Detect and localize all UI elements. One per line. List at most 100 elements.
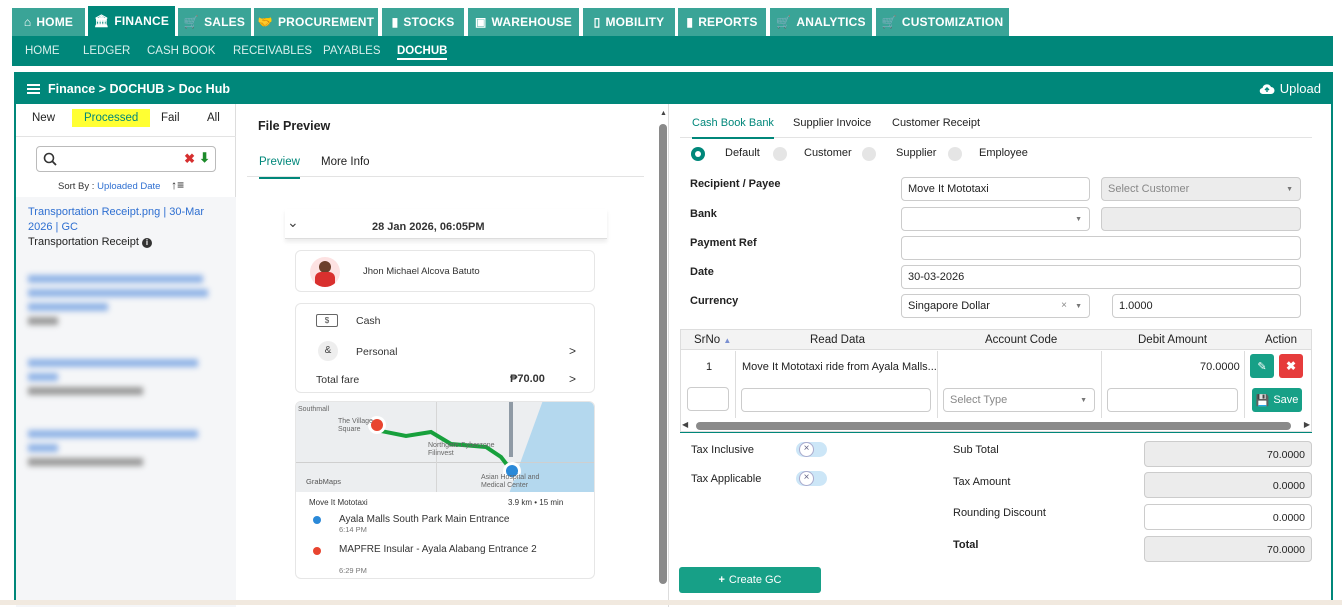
mobile-icon: ▯ [593, 15, 601, 29]
nav-tab-mobility[interactable]: ▯ MOBILITY [583, 8, 675, 36]
new-type-select[interactable]: Select Type ▼ [943, 388, 1095, 412]
sort-down-icon[interactable]: ⬇ [199, 150, 210, 166]
date-input[interactable]: 30-03-2026 [901, 265, 1301, 289]
dropoff-time: 6:29 PM [339, 566, 367, 575]
box-icon: ▣ [474, 15, 487, 29]
list-item[interactable] [28, 430, 198, 466]
nav-tab-analytics[interactable]: 🛒 ANALYTICS [770, 8, 872, 36]
list-item[interactable] [28, 275, 208, 325]
radio-default[interactable] [691, 147, 705, 161]
nav-tab-stocks[interactable]: ▮ STOCKS [382, 8, 464, 36]
breadcrumb: Finance > DOCHUB > Doc Hub [48, 82, 230, 96]
sort-control[interactable]: Sort By : Uploaded Date ↑≡ [58, 178, 184, 192]
subnav-receivables[interactable]: RECEIVABLES [233, 45, 312, 57]
subnav-dochub[interactable]: DOCHUB [397, 45, 448, 60]
nav-tab-home[interactable]: ⌂ HOME [12, 8, 85, 36]
sub-total-label: Sub Total [953, 444, 999, 456]
subnav-home[interactable]: HOME [25, 45, 60, 57]
tax-applicable-label: Tax Applicable [691, 473, 762, 485]
edit-row-button[interactable]: ✎ [1250, 354, 1274, 378]
tab-more-info[interactable]: More Info [321, 156, 370, 168]
payment-ref-label: Payment Ref [690, 237, 757, 249]
file-preview-title: File Preview [258, 119, 331, 133]
tab-supplier-invoice[interactable]: Supplier Invoice [793, 117, 871, 129]
clear-icon[interactable]: ✖ [184, 151, 195, 167]
column-header-action[interactable]: Action [1265, 334, 1297, 346]
map-label: The Village Square [338, 418, 373, 433]
tab-cash-book-bank[interactable]: Cash Book Bank [692, 117, 774, 139]
caret-down-icon: ▼ [1080, 397, 1087, 404]
scrollbar-thumb[interactable] [659, 124, 667, 584]
document-list: Transportation Receipt.png | 30-Mar 2026… [16, 197, 236, 607]
scrollbar-thumb[interactable] [696, 422, 1291, 430]
rounding-discount-input[interactable]: 0.0000 [1144, 504, 1312, 530]
new-read-data-input[interactable] [741, 388, 931, 412]
tab-preview[interactable]: Preview [259, 156, 300, 179]
scroll-up-icon[interactable]: ▲ [660, 110, 667, 117]
tax-applicable-toggle[interactable] [796, 471, 827, 486]
nav-tab-sales[interactable]: 🛒 SALES [178, 8, 251, 36]
nav-tab-warehouse[interactable]: ▣ WAREHOUSE [468, 8, 579, 36]
bank-select[interactable]: ▼ [901, 207, 1090, 231]
nav-tab-procurement[interactable]: 🤝 PROCUREMENT [254, 8, 378, 36]
nav-tab-reports[interactable]: ▮ REPORTS [678, 8, 766, 36]
preview-scrollbar[interactable]: ▲ [657, 110, 667, 585]
info-icon[interactable]: i [141, 238, 152, 248]
document-type: Transportation Receipt i [28, 235, 218, 250]
scroll-left-icon[interactable]: ◀ [682, 420, 688, 429]
exchange-rate-input[interactable]: 1.0000 [1112, 294, 1301, 318]
scroll-right-icon[interactable]: ▶ [1304, 420, 1310, 429]
tax-inclusive-label: Tax Inclusive [691, 444, 754, 456]
line-items-table: SrNo ▲ Read Data Account Code Debit Amou… [680, 329, 1312, 432]
column-header-debit-amount[interactable]: Debit Amount [1138, 334, 1207, 346]
radio-customer[interactable] [773, 147, 787, 161]
document-title[interactable]: Transportation Receipt.png | 30-Mar 2026… [28, 205, 218, 235]
filter-tab-new[interactable]: New [32, 112, 55, 124]
table-horizontal-scrollbar[interactable]: ◀ ▶ [680, 419, 1312, 431]
new-debit-input[interactable] [1107, 388, 1238, 412]
radio-employee[interactable] [948, 147, 962, 161]
new-srno-input[interactable] [687, 387, 729, 411]
save-row-button[interactable]: 💾 Save [1252, 388, 1302, 412]
chevron-down-icon: ⌄ [287, 214, 299, 230]
caret-down-icon: ▼ [1075, 303, 1082, 310]
recipient-input[interactable]: Move It Mototaxi [901, 177, 1090, 201]
nav-tab-finance[interactable]: 🏛 FINANCE [88, 6, 175, 36]
total-label: Total [953, 539, 979, 551]
column-header-account-code[interactable]: Account Code [985, 334, 1057, 346]
payment-ref-input[interactable] [901, 236, 1301, 260]
clear-icon[interactable]: × [1061, 300, 1067, 311]
currency-select[interactable]: Singapore Dollar × ▼ [901, 294, 1090, 318]
subnav-ledger[interactable]: LEDGER [83, 45, 130, 57]
document-search-input[interactable]: ✖ ⬇ [36, 146, 216, 172]
select-customer-dropdown[interactable]: Select Customer ▼ [1101, 177, 1301, 201]
nav-tab-customization[interactable]: 🛒 CUSTOMIZATION [876, 8, 1009, 36]
top-navigation: ⌂ HOME 🏛 FINANCE 🛒 SALES 🤝 PROCUREMENT ▮ STOC… [0, 0, 1342, 36]
filter-tab-processed[interactable]: Processed [72, 109, 151, 127]
tab-customer-receipt[interactable]: Customer Receipt [892, 117, 980, 129]
create-gc-button[interactable]: + Create GC [679, 567, 821, 593]
sort-field-link[interactable]: Uploaded Date [97, 181, 160, 192]
delete-row-button[interactable]: ✖ [1279, 354, 1303, 378]
subnav-payables[interactable]: PAYABLES [323, 45, 381, 57]
column-header-srno[interactable]: SrNo ▲ [694, 334, 731, 346]
column-header-read-data[interactable]: Read Data [810, 334, 865, 346]
rounding-discount-label: Rounding Discount [953, 507, 1046, 519]
filter-tab-fail[interactable]: Fail [161, 112, 180, 124]
tax-amount-field: 0.0000 [1144, 472, 1312, 498]
list-item[interactable]: Transportation Receipt.png | 30-Mar 2026… [28, 205, 218, 250]
row-debit-amount: 70.0000 [1200, 361, 1240, 373]
dropoff-dot-icon [313, 547, 321, 555]
total-fare-label: Total fare [316, 374, 360, 386]
bank-icon: 🏛 [93, 14, 110, 28]
radio-supplier[interactable] [862, 147, 876, 161]
tax-inclusive-toggle[interactable] [796, 442, 827, 457]
posting-form-pane: Cash Book Bank Supplier Invoice Customer… [670, 104, 1331, 607]
menu-icon[interactable] [27, 84, 40, 94]
upload-button[interactable]: Upload [1259, 81, 1321, 96]
list-item[interactable] [28, 359, 198, 395]
sort-order-icon[interactable]: ↑≡ [171, 178, 184, 192]
edit-icon: ✎ [1257, 360, 1267, 373]
filter-tab-all[interactable]: All [207, 112, 220, 124]
subnav-cash-book[interactable]: CASH BOOK [147, 45, 215, 57]
